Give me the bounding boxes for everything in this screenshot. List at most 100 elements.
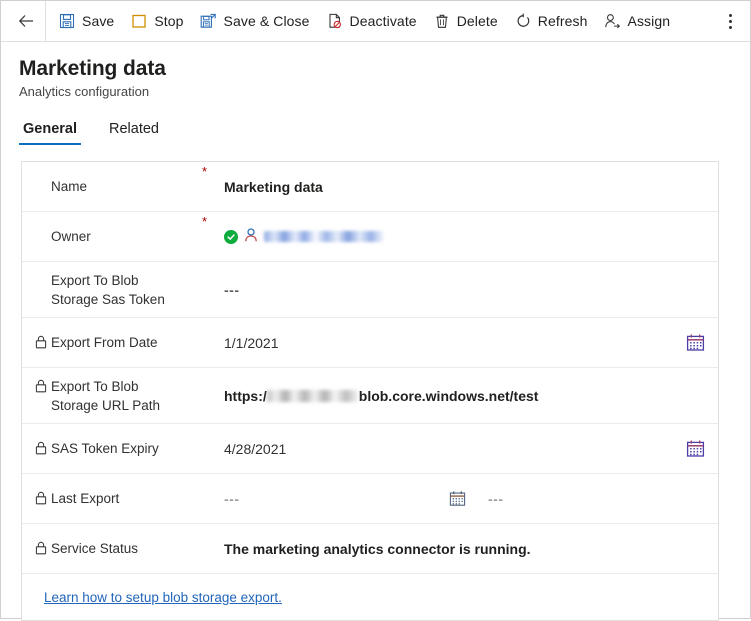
field-label-export-from-date: Export From Date [51,335,158,350]
deactivate-button-label: Deactivate [349,13,417,29]
field-value-owner-cell[interactable] [224,227,718,246]
assign-button[interactable]: Assign [596,5,679,37]
refresh-icon [514,12,532,30]
required-indicator-service-status [202,524,224,526]
field-label-name-cell: Name [22,177,202,196]
field-row-url-path: Export To Blob Storage URL Path https:/ b… [22,368,718,424]
lock-icon [34,540,48,556]
refresh-button[interactable]: Refresh [506,5,596,37]
field-row-service-status: Service Status The marketing analytics c… [22,524,718,574]
field-value-export-from-date: 1/1/2021 [224,334,279,351]
delete-button-label: Delete [456,13,498,29]
last-export-value-group: --- --- [224,488,718,510]
field-row-sas-token: Export To Blob Storage Sas Token --- [22,262,718,318]
required-indicator-owner: * [202,214,208,229]
refresh-button-label: Refresh [537,13,588,29]
general-tab-form: Name * Marketing data Owner * Export To … [21,161,719,621]
tab-general[interactable]: General [19,120,81,145]
trash-icon [433,12,451,30]
back-arrow-icon [18,15,33,27]
assign-user-icon [604,12,622,30]
required-indicator-name: * [202,164,208,179]
field-value-last-export-cell: --- --- [224,488,718,510]
deactivate-button[interactable]: Deactivate [318,5,425,37]
vertical-ellipsis-icon [728,13,732,29]
page-subtitle: Analytics configuration [19,84,150,99]
save-and-close-button-label: Save & Close [223,13,310,29]
command-bar-divider [45,1,46,41]
field-value-service-status-cell[interactable]: The marketing analytics connector is run… [224,541,718,557]
tab-related-label: Related [109,121,159,137]
field-label-sas-token-line1: Export To Blob [51,272,139,288]
field-label-owner: Owner [51,229,91,244]
field-value-last-export-date: --- [224,490,240,507]
field-label-service-status-cell: Service Status [22,539,202,558]
lock-icon [34,490,48,506]
stop-button-label: Stop [154,13,184,29]
field-value-sas-token-expiry-cell[interactable]: 4/28/2021 [224,441,718,457]
field-label-last-export-cell: Last Export [22,489,202,508]
field-row-last-export: Last Export --- --- [22,474,718,524]
field-label-last-export: Last Export [51,491,120,506]
required-indicator-sas-token [202,262,224,264]
person-icon [243,227,259,246]
owner-lookup-value[interactable] [224,227,384,246]
field-label-url-path: Export To Blob Storage URL Path [51,377,160,415]
help-link-row: Learn how to setup blob storage export. [22,574,718,620]
field-value-sas-token-expiry: 4/28/2021 [224,440,287,457]
calendar-picker-button-sas-token-expiry[interactable] [684,438,706,460]
calendar-picker-button-export-from-date[interactable] [684,332,706,354]
last-export-calendar-cell[interactable] [446,488,488,510]
owner-name-redacted [264,231,384,242]
field-row-export-from-date: Export From Date 1/1/2021 [22,318,718,368]
verified-check-icon [224,229,238,244]
tab-general-label: General [23,121,77,137]
required-indicator-last-export [202,474,224,476]
field-row-name: Name * Marketing data [22,162,718,212]
required-indicator-url-path [202,368,224,370]
save-icon [58,12,76,30]
field-label-sas-token-cell: Export To Blob Storage Sas Token [22,271,202,309]
tab-related[interactable]: Related [105,120,163,145]
record-form-window: Save Stop Save & Close Deactivate Delete… [0,0,751,621]
tab-list: General Related [1,115,750,145]
calendar-icon [686,440,704,457]
deactivate-icon [326,12,344,30]
last-export-time-cell[interactable]: --- [488,491,718,507]
lock-icon [34,378,48,394]
page-title: Marketing data [19,57,166,80]
field-value-url-path-cell[interactable]: https:/ blob.core.windows.net/test [224,388,718,404]
command-bar: Save Stop Save & Close Deactivate Delete… [1,1,750,42]
delete-button[interactable]: Delete [425,5,506,37]
field-label-export-from-date-cell: Export From Date [22,333,202,352]
field-value-url-path-suffix: blob.core.windows.net/test [358,387,539,404]
blob-storage-export-help-link[interactable]: Learn how to setup blob storage export. [44,590,282,605]
url-host-redacted [266,389,359,402]
last-export-date-cell[interactable]: --- [224,491,446,507]
field-label-sas-token-expiry: SAS Token Expiry [51,441,159,456]
stop-icon [130,12,148,30]
field-value-export-from-date-cell[interactable]: 1/1/2021 [224,335,718,351]
back-button[interactable] [9,5,43,37]
field-value-name-cell[interactable]: Marketing data [224,179,718,195]
calendar-icon [449,491,465,506]
field-label-sas-token-expiry-cell: SAS Token Expiry [22,439,202,458]
save-and-close-button[interactable]: Save & Close [192,5,318,37]
lock-icon [34,440,48,456]
field-value-service-status: The marketing analytics connector is run… [224,540,531,557]
field-label-url-path-line2: Storage URL Path [51,397,161,413]
field-label-sas-token: Export To Blob Storage Sas Token [51,271,165,309]
assign-button-label: Assign [627,13,671,29]
more-commands-button[interactable] [716,5,744,37]
field-row-owner: Owner * [22,212,718,262]
field-value-url-path-prefix: https:/ [224,387,267,404]
calendar-icon [686,334,704,351]
stop-button[interactable]: Stop [122,5,191,37]
field-label-url-path-line1: Export To Blob [51,378,139,394]
required-indicator-export-from-date [202,318,224,320]
calendar-picker-button-last-export[interactable] [446,488,468,510]
save-button[interactable]: Save [50,5,122,37]
field-value-sas-token-cell[interactable]: --- [224,282,718,298]
required-indicator-sas-token-expiry [202,424,224,426]
field-label-url-path-cell: Export To Blob Storage URL Path [22,377,202,415]
